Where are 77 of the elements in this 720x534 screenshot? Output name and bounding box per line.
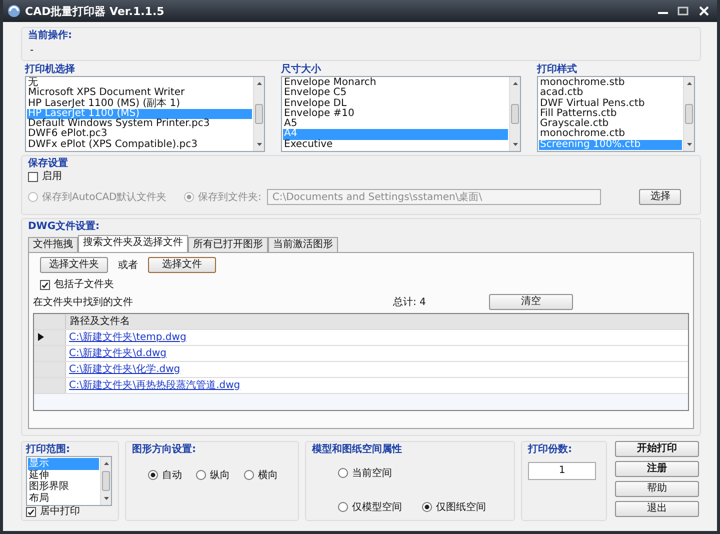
group-label: 打印机选择 (25, 64, 76, 76)
enable-checkbox[interactable]: 启用 (28, 170, 62, 184)
window-title: CAD批量打印器 Ver.1.1.5 (25, 4, 164, 18)
print-range-list[interactable]: 显示 延伸 图形界限 布局 (26, 456, 112, 506)
list-item[interactable]: acad.ctb (539, 88, 682, 99)
tab[interactable]: 文件拖拽 (28, 237, 78, 252)
list-item[interactable]: HP LaserJet 1100 (MS) (副本 1) (27, 98, 252, 109)
copies-field[interactable]: 1 (528, 462, 596, 480)
action-button[interactable]: 注册 (615, 461, 699, 477)
group-label: 尺寸大小 (281, 64, 322, 76)
tab[interactable]: 所有已打开图形 (188, 237, 268, 252)
list-item[interactable]: Envelope C5 (283, 88, 508, 99)
scrollbar[interactable] (253, 77, 264, 151)
orientation-radio[interactable]: 纵向 (196, 468, 230, 482)
maximize-icon[interactable] (675, 5, 691, 17)
group-label: DWG文件设置: (28, 221, 101, 233)
select-folder-button[interactable]: 选择文件夹 (40, 257, 108, 273)
list-item[interactable]: Envelope DL (283, 98, 508, 109)
group-label: 模型和图纸空间属性 (312, 444, 403, 456)
list-item[interactable]: DWF Virtual Pens.ctb (539, 98, 682, 109)
space-radio[interactable]: 仅图纸空间 (422, 500, 506, 514)
scroll-thumb[interactable] (255, 104, 263, 124)
plot-style-list[interactable]: monochrome.stb acad.ctb DWF Virtual Pens.ctb Fill Patterns.ctb Grayscale.ctb monochrome.ctb Screening 100%.ctb (537, 76, 695, 152)
scroll-thumb[interactable] (685, 104, 693, 124)
list-item[interactable]: DWFx ePlot (XPS Compatible).pc3 (27, 140, 252, 150)
operation-status: - (29, 45, 35, 57)
group-label: 保存设置 (28, 158, 69, 170)
list-item[interactable]: monochrome.ctb (539, 129, 682, 140)
file-link[interactable]: C:\新建文件夹\temp.dwg (69, 332, 186, 342)
list-item[interactable]: 无 (27, 78, 252, 88)
tab[interactable]: 当前激活图形 (268, 237, 338, 252)
file-link[interactable]: C:\新建文件夹\再热热段蒸汽管道.dwg (69, 380, 240, 390)
scrollbar[interactable] (100, 457, 111, 505)
group-label: 打印份数: (528, 444, 573, 456)
paper-size-list[interactable]: Envelope Monarch Envelope C5 Envelope DL Envelope #10 A5 A4 Executive (281, 76, 521, 152)
browse-button[interactable]: 选择 (639, 189, 682, 205)
list-item[interactable]: 布局 (28, 492, 99, 504)
action-button[interactable]: 帮助 (615, 481, 699, 497)
clear-button[interactable]: 清空 (489, 294, 573, 310)
group-label: 当前操作: (28, 30, 73, 42)
action-button[interactable]: 开始打印 (615, 441, 699, 457)
list-item[interactable]: Grayscale.ctb (539, 119, 682, 130)
list-item[interactable]: monochrome.stb (539, 78, 682, 88)
select-file-button[interactable]: 选择文件 (148, 257, 216, 273)
group-label: 打印范围: (26, 444, 71, 456)
space-radio[interactable]: 当前空间 (338, 466, 506, 480)
file-link[interactable]: C:\新建文件夹\化学.dwg (69, 364, 180, 374)
list-item[interactable]: DWF6 ePlot.pc3 (27, 129, 252, 140)
scroll-thumb[interactable] (511, 104, 519, 124)
orientation-radio[interactable]: 自动 (148, 468, 182, 482)
action-button[interactable]: 退出 (615, 501, 699, 517)
group-label: 图形方向设置: (132, 444, 197, 456)
list-item[interactable]: Envelope #10 (283, 108, 508, 120)
file-link[interactable]: C:\新建文件夹\d.dwg (69, 348, 166, 358)
list-item[interactable]: 图形界限 (28, 481, 99, 492)
app-icon (7, 4, 21, 18)
scrollbar[interactable] (683, 77, 694, 151)
row-header[interactable] (34, 330, 66, 344)
list-item[interactable]: Default Windows System Printer.pc3 (27, 119, 252, 130)
list-item[interactable]: Fill Patterns.ctb (539, 108, 682, 120)
tab[interactable]: 搜索文件夹及选择文件 (78, 235, 188, 252)
list-item[interactable]: Executive (283, 140, 508, 150)
list-item[interactable]: A5 (283, 119, 508, 130)
or-label: 或者 (118, 258, 138, 272)
scrollbar[interactable] (509, 77, 520, 151)
found-files-label: 在文件夹中找到的文件 (33, 296, 134, 308)
orientation-radio[interactable]: 横向 (244, 468, 278, 482)
scroll-thumb[interactable] (102, 471, 110, 491)
total-count: 总计: 4 (393, 296, 427, 308)
list-item[interactable]: 延伸 (28, 470, 99, 481)
center-print-checkbox[interactable]: 居中打印 (26, 506, 80, 518)
printer-list[interactable]: 无 Microsoft XPS Document Writer HP LaserJet 1100 (MS) (副本 1) HP LaserJet 1100 (MS) Default Windows System Printer.pc3 DWF6 ePlot.pc3 DWFx ePlot (XPS Compatible).pc3 (25, 76, 265, 152)
group-label: 打印样式 (537, 64, 578, 76)
list-item[interactable]: Microsoft XPS Document Writer (27, 88, 252, 99)
space-radio[interactable]: 仅模型空间 (338, 500, 422, 514)
include-subfolders-checkbox[interactable]: 包括子文件夹 (40, 278, 114, 292)
list-item[interactable]: Envelope Monarch (283, 78, 508, 88)
